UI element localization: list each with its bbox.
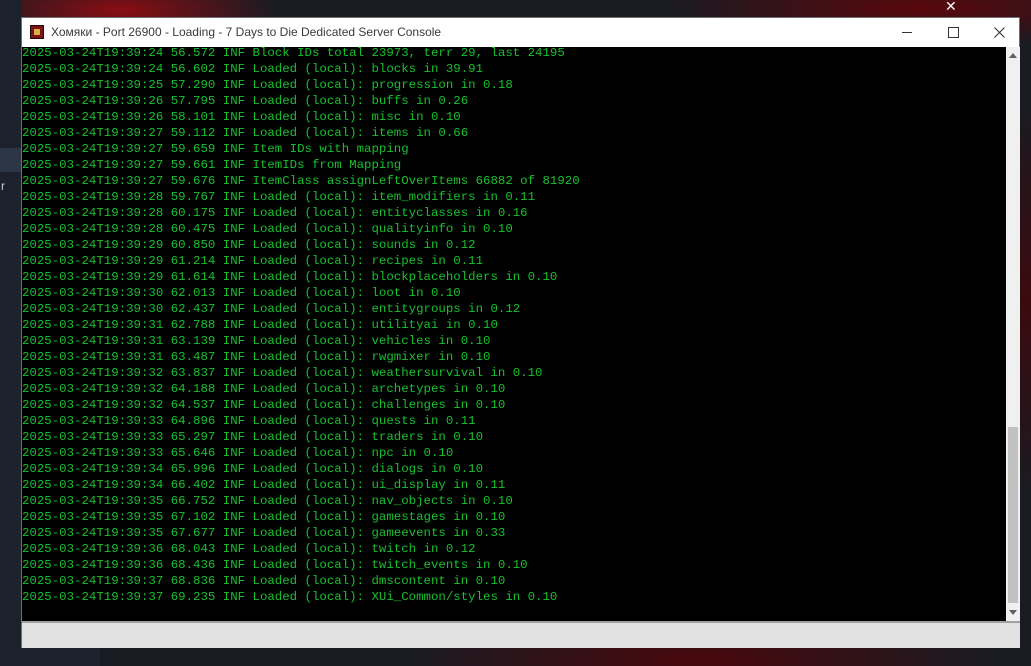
- console-line: 2025-03-24T19:39:28 59.767 INF Loaded (l…: [22, 190, 536, 204]
- scroll-up-button[interactable]: [1006, 47, 1020, 64]
- title-bar[interactable]: Хомяки - Port 26900 - Loading - 7 Days t…: [22, 18, 1019, 47]
- scroll-up-arrow-icon: [1009, 53, 1017, 58]
- console-line: 2025-03-24T19:39:35 67.677 INF Loaded (l…: [22, 526, 506, 540]
- scrollbar-thumb[interactable]: [1008, 427, 1018, 603]
- window-title: Хомяки - Port 26900 - Loading - 7 Days t…: [51, 25, 442, 39]
- console-line: 2025-03-24T19:39:35 67.102 INF Loaded (l…: [22, 510, 506, 524]
- command-input[interactable]: [22, 621, 1020, 648]
- console-line: 2025-03-24T19:39:31 63.487 INF Loaded (l…: [22, 350, 491, 364]
- console-line: 2025-03-24T19:39:33 65.297 INF Loaded (l…: [22, 430, 484, 444]
- console-line: 2025-03-24T19:39:34 66.402 INF Loaded (l…: [22, 478, 506, 492]
- console-line: 2025-03-24T19:39:29 61.214 INF Loaded (l…: [22, 254, 484, 268]
- console-line: 2025-03-24T19:39:36 68.043 INF Loaded (l…: [22, 542, 476, 556]
- background-panel: [0, 648, 100, 666]
- background-list-row: [0, 148, 22, 172]
- console-line: 2025-03-24T19:39:36 68.436 INF Loaded (l…: [22, 558, 528, 572]
- console-output[interactable]: 2025-03-24T19:39:24 56.572 INF Block IDs…: [22, 47, 1006, 621]
- minimize-icon: [902, 32, 912, 33]
- close-icon: [993, 27, 1005, 38]
- background-window-strip: r: [0, 0, 22, 666]
- maximize-icon: [947, 27, 959, 38]
- console-line: 2025-03-24T19:39:25 57.290 INF Loaded (l…: [22, 78, 513, 92]
- console-line: 2025-03-24T19:39:24 56.572 INF Block IDs…: [22, 47, 565, 60]
- console-line: 2025-03-24T19:39:33 64.896 INF Loaded (l…: [22, 414, 476, 428]
- console-line: 2025-03-24T19:39:32 64.537 INF Loaded (l…: [22, 398, 506, 412]
- console-line: 2025-03-24T19:39:37 68.836 INF Loaded (l…: [22, 574, 506, 588]
- console-line: 2025-03-24T19:39:31 62.788 INF Loaded (l…: [22, 318, 498, 332]
- console-line: 2025-03-24T19:39:34 65.996 INF Loaded (l…: [22, 462, 484, 476]
- console-lines: 2025-03-24T19:39:24 56.572 INF Block IDs…: [22, 47, 580, 605]
- console-line: 2025-03-24T19:39:33 65.646 INF Loaded (l…: [22, 446, 454, 460]
- console-line: 2025-03-24T19:39:30 62.013 INF Loaded (l…: [22, 286, 461, 300]
- minimize-button[interactable]: [884, 18, 930, 47]
- mouse-cursor-icon: ✕: [945, 0, 957, 14]
- console-line: 2025-03-24T19:39:37 69.235 INF Loaded (l…: [22, 590, 558, 604]
- console-line: 2025-03-24T19:39:29 61.614 INF Loaded (l…: [22, 270, 558, 284]
- console-line: 2025-03-24T19:39:35 66.752 INF Loaded (l…: [22, 494, 513, 508]
- console-line: 2025-03-24T19:39:24 56.602 INF Loaded (l…: [22, 62, 484, 76]
- scroll-down-arrow-icon: [1009, 610, 1017, 615]
- console-line: 2025-03-24T19:39:31 63.139 INF Loaded (l…: [22, 334, 491, 348]
- vertical-scrollbar[interactable]: [1006, 47, 1020, 621]
- scroll-down-button[interactable]: [1006, 604, 1020, 621]
- console-line: 2025-03-24T19:39:26 57.795 INF Loaded (l…: [22, 94, 469, 108]
- server-console-window: Хомяки - Port 26900 - Loading - 7 Days t…: [21, 17, 1020, 648]
- console-line: 2025-03-24T19:39:29 60.850 INF Loaded (l…: [22, 238, 476, 252]
- background-row-label: r: [1, 179, 5, 193]
- app-icon[interactable]: [30, 25, 44, 39]
- console-line: 2025-03-24T19:39:27 59.659 INF Item IDs …: [22, 142, 409, 156]
- console-line: 2025-03-24T19:39:27 59.661 INF ItemIDs f…: [22, 158, 402, 172]
- console-line: 2025-03-24T19:39:28 60.175 INF Loaded (l…: [22, 206, 528, 220]
- close-button[interactable]: [976, 18, 1022, 47]
- console-line: 2025-03-24T19:39:26 58.101 INF Loaded (l…: [22, 110, 461, 124]
- console-line: 2025-03-24T19:39:32 63.837 INF Loaded (l…: [22, 366, 543, 380]
- console-line: 2025-03-24T19:39:28 60.475 INF Loaded (l…: [22, 222, 513, 236]
- background-list-row: r: [0, 176, 22, 198]
- console-line: 2025-03-24T19:39:27 59.112 INF Loaded (l…: [22, 126, 469, 140]
- console-line: 2025-03-24T19:39:27 59.676 INF ItemClass…: [22, 174, 580, 188]
- console-line: 2025-03-24T19:39:32 64.188 INF Loaded (l…: [22, 382, 506, 396]
- console-line: 2025-03-24T19:39:30 62.437 INF Loaded (l…: [22, 302, 521, 316]
- maximize-button[interactable]: [930, 18, 976, 47]
